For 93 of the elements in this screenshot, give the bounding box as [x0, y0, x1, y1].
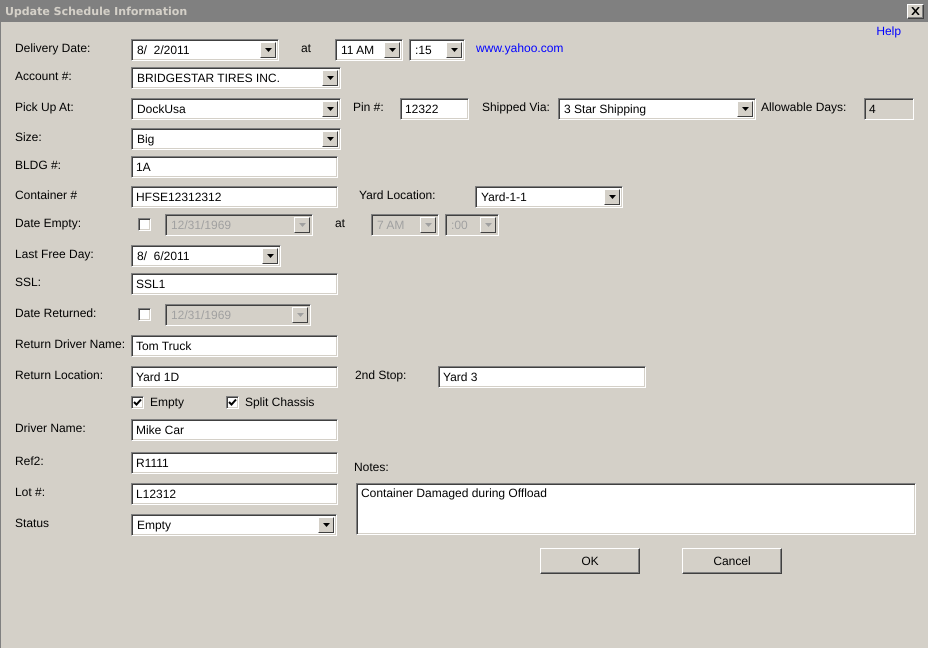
- dropdown-field[interactable]: Yard-1-1: [475, 186, 623, 208]
- caret-icon: [322, 523, 330, 527]
- text-field[interactable]: 4: [864, 98, 914, 120]
- combo-value: 8/ 6/2011: [136, 249, 190, 263]
- checkbox[interactable]: [138, 218, 151, 231]
- field-label: Account #:: [15, 68, 73, 83]
- dropdown-button[interactable]: [322, 101, 338, 117]
- caret-icon: [296, 313, 304, 317]
- caret-icon: [264, 48, 272, 52]
- field-label: SSL:: [15, 274, 42, 289]
- help-link[interactable]: Help: [876, 24, 901, 39]
- dropdown-button[interactable]: [262, 248, 278, 264]
- field-label: Last Free Day:: [15, 246, 95, 261]
- field-label: Delivery Date:: [15, 40, 92, 55]
- field-label: Pin #:: [353, 99, 385, 114]
- checkbox-label[interactable]: Empty: [150, 395, 184, 409]
- field-label: at: [301, 40, 312, 55]
- dropdown-button[interactable]: [260, 42, 276, 58]
- field-label: Driver Name:: [15, 420, 87, 435]
- dropdown-button[interactable]: [322, 131, 338, 147]
- link[interactable]: www.yahoo.com: [476, 39, 564, 55]
- checkbox[interactable]: [131, 396, 144, 408]
- field-label: Ref2:: [15, 453, 45, 468]
- dropdown-field[interactable]: :15: [409, 39, 465, 61]
- dialog-button[interactable]: Cancel: [682, 548, 782, 574]
- field-label: Yard Location:: [359, 187, 436, 202]
- field-label: Shipped Via:: [482, 99, 551, 114]
- dropdown-field[interactable]: Empty: [131, 514, 337, 536]
- caret-icon: [484, 223, 492, 227]
- text-field[interactable]: 12322: [400, 98, 469, 120]
- text-field[interactable]: 1A: [131, 156, 338, 178]
- text-field[interactable]: L12312: [131, 483, 338, 505]
- caret-icon: [450, 48, 458, 52]
- text-field[interactable]: Yard 3: [438, 366, 646, 388]
- dropdown-button[interactable]: [322, 70, 338, 86]
- dropdown-field[interactable]: 3 Star Shipping: [558, 98, 756, 120]
- field-label: Status: [15, 515, 50, 530]
- dialog-button[interactable]: OK: [540, 548, 640, 574]
- dropdown-button[interactable]: [737, 101, 753, 117]
- dropdown-field[interactable]: BRIDGESTAR TIRES INC.: [131, 67, 341, 89]
- window-title: Update Schedule Information: [5, 4, 188, 18]
- field-label: at: [335, 215, 346, 230]
- text-field[interactable]: HFSE12312312: [131, 186, 338, 208]
- combo-value: :15: [414, 43, 433, 57]
- dropdown-field[interactable]: Big: [131, 128, 341, 150]
- combo-value: Empty: [136, 518, 172, 532]
- close-button[interactable]: [907, 4, 924, 18]
- checkbox[interactable]: [138, 308, 151, 321]
- text-field[interactable]: Mike Car: [131, 419, 338, 441]
- field-label: Size:: [15, 129, 43, 144]
- caret-icon: [326, 137, 334, 141]
- field-label: Return Location:: [15, 367, 104, 382]
- field-label: Date Empty:: [15, 215, 82, 230]
- caret-icon: [742, 107, 748, 111]
- field-label: Container #: [15, 187, 78, 202]
- combo-value: Yard-1-1: [480, 190, 528, 204]
- dropdown-field[interactable]: DockUsa: [131, 98, 341, 120]
- caret-icon: [298, 223, 306, 227]
- caret-icon: [388, 48, 396, 52]
- caret-icon: [608, 195, 616, 199]
- field-label: BLDG #:: [15, 157, 62, 172]
- dropdown-button[interactable]: [384, 42, 400, 58]
- dropdown-field[interactable]: 8/ 2/2011: [131, 39, 279, 61]
- dropdown-button[interactable]: [604, 189, 620, 205]
- combo-value: 8/ 2/2011: [136, 43, 190, 57]
- combo-value: 11 AM: [340, 43, 376, 57]
- field-label: Pick Up At:: [15, 99, 75, 114]
- close-icon: [911, 7, 920, 15]
- text-field[interactable]: R1111: [131, 452, 338, 474]
- caret-icon: [266, 254, 274, 258]
- combo-value: BRIDGESTAR TIRES INC.: [136, 71, 281, 85]
- field-label: Lot #:: [15, 484, 46, 499]
- field-label: Notes:: [354, 459, 390, 474]
- field-label: Allowable Days:: [761, 99, 848, 114]
- caret-icon: [424, 223, 432, 227]
- dropdown-button[interactable]: [318, 517, 334, 533]
- checkbox[interactable]: [226, 396, 239, 408]
- caret-icon: [326, 76, 334, 80]
- combo-value: Big: [136, 132, 156, 146]
- dropdown-field[interactable]: 8/ 6/2011: [131, 245, 281, 267]
- field-label: Return Driver Name:: [15, 336, 126, 351]
- checkbox-label[interactable]: Split Chassis: [245, 395, 314, 409]
- caret-icon: [326, 107, 334, 111]
- dropdown-field[interactable]: 11 AM: [335, 39, 403, 61]
- dropdown-button[interactable]: [446, 42, 462, 58]
- combo-value: DockUsa: [136, 102, 187, 116]
- notes-field[interactable]: Container Damaged during Offload: [356, 483, 916, 535]
- combo-value: 3 Star Shipping: [563, 102, 648, 116]
- text-field[interactable]: Yard 1D: [131, 366, 338, 388]
- field-label: 2nd Stop:: [355, 367, 408, 382]
- field-label: Date Returned:: [15, 305, 98, 320]
- text-field[interactable]: SSL1: [131, 273, 338, 295]
- text-field[interactable]: Tom Truck: [131, 335, 338, 357]
